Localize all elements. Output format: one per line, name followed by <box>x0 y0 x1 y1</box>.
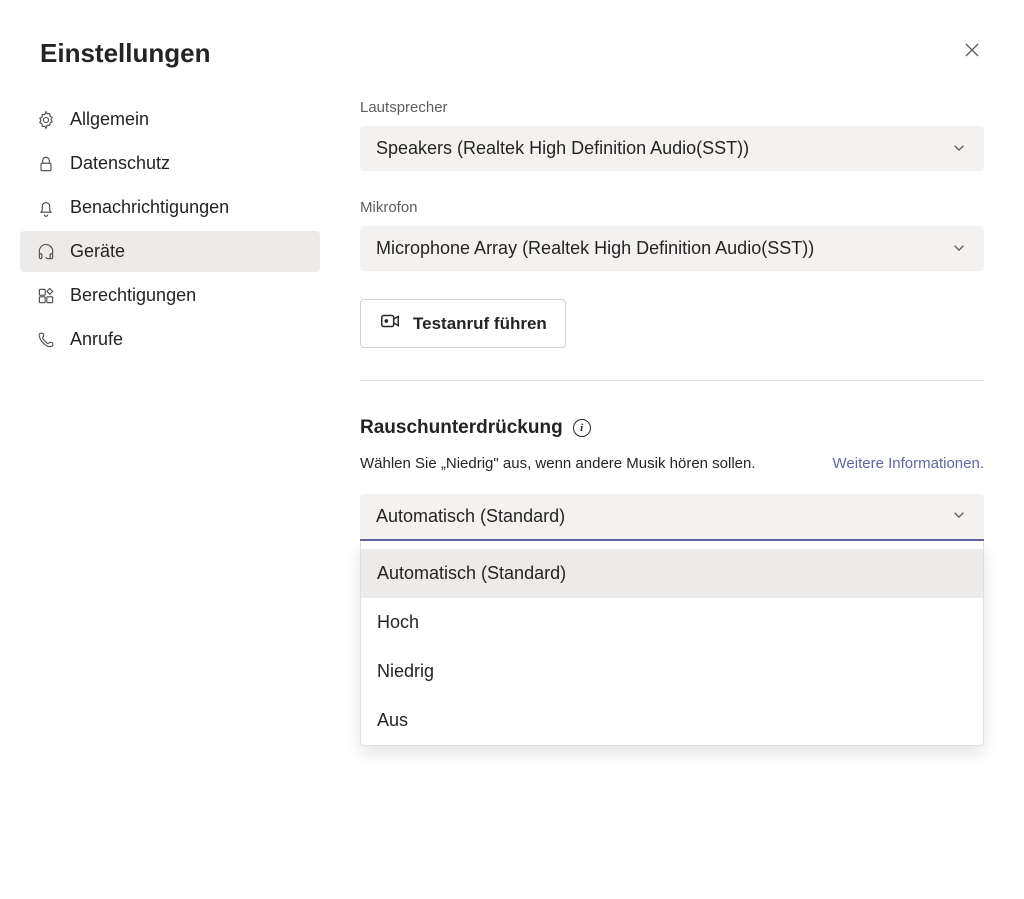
dropdown-option-high[interactable]: Hoch <box>361 598 983 647</box>
info-icon[interactable]: i <box>573 419 591 437</box>
close-icon <box>964 41 980 63</box>
chevron-down-icon <box>952 506 966 527</box>
apps-icon <box>36 286 56 306</box>
test-call-label: Testanruf führen <box>413 314 547 334</box>
dropdown-option-low[interactable]: Niedrig <box>361 647 983 696</box>
sidebar-item-label: Anrufe <box>70 329 123 350</box>
sidebar-item-devices[interactable]: Geräte <box>20 231 320 272</box>
headphones-icon <box>36 242 56 262</box>
gear-icon <box>36 110 56 130</box>
chevron-down-icon <box>952 138 966 159</box>
learn-more-link[interactable]: Weitere Informationen. <box>833 453 984 476</box>
sidebar-item-calls[interactable]: Anrufe <box>20 319 320 360</box>
close-button[interactable] <box>960 38 984 66</box>
divider <box>360 380 984 381</box>
sidebar-item-notifications[interactable]: Benachrichtigungen <box>20 187 320 228</box>
microphone-label: Mikrofon <box>360 199 984 216</box>
chevron-down-icon <box>952 238 966 259</box>
test-call-icon <box>379 310 401 337</box>
page-title: Einstellungen <box>40 38 210 69</box>
dropdown-option-off[interactable]: Aus <box>361 696 983 745</box>
speaker-label: Lautsprecher <box>360 99 984 116</box>
phone-icon <box>36 330 56 350</box>
noise-suppression-dropdown: Automatisch (Standard) Hoch Niedrig Aus <box>360 541 984 746</box>
sidebar-item-label: Allgemein <box>70 109 149 130</box>
microphone-select-value: Microphone Array (Realtek High Definitio… <box>376 238 814 259</box>
test-call-button[interactable]: Testanruf führen <box>360 299 566 348</box>
sidebar-item-label: Berechtigungen <box>70 285 196 306</box>
noise-helper-text: Wählen Sie „Niedrig" aus, wenn andere Mu… <box>360 453 756 476</box>
microphone-select[interactable]: Microphone Array (Realtek High Definitio… <box>360 226 984 271</box>
sidebar-item-permissions[interactable]: Berechtigungen <box>20 275 320 316</box>
sidebar-item-label: Geräte <box>70 241 125 262</box>
sidebar-item-label: Benachrichtigungen <box>70 197 229 218</box>
noise-suppression-select[interactable]: Automatisch (Standard) <box>360 494 984 541</box>
dropdown-option-auto[interactable]: Automatisch (Standard) <box>361 549 983 598</box>
bell-icon <box>36 198 56 218</box>
lock-icon <box>36 154 56 174</box>
noise-suppression-title: Rauschunterdrückung <box>360 417 563 439</box>
sidebar-item-privacy[interactable]: Datenschutz <box>20 143 320 184</box>
speaker-select[interactable]: Speakers (Realtek High Definition Audio(… <box>360 126 984 171</box>
sidebar-item-label: Datenschutz <box>70 153 170 174</box>
settings-main: Lautsprecher Speakers (Realtek High Defi… <box>320 99 984 746</box>
speaker-select-value: Speakers (Realtek High Definition Audio(… <box>376 138 749 159</box>
noise-select-value: Automatisch (Standard) <box>376 506 565 527</box>
sidebar-item-general[interactable]: Allgemein <box>20 99 320 140</box>
settings-sidebar: Allgemein Datenschutz Benachrichtigungen… <box>20 99 320 746</box>
